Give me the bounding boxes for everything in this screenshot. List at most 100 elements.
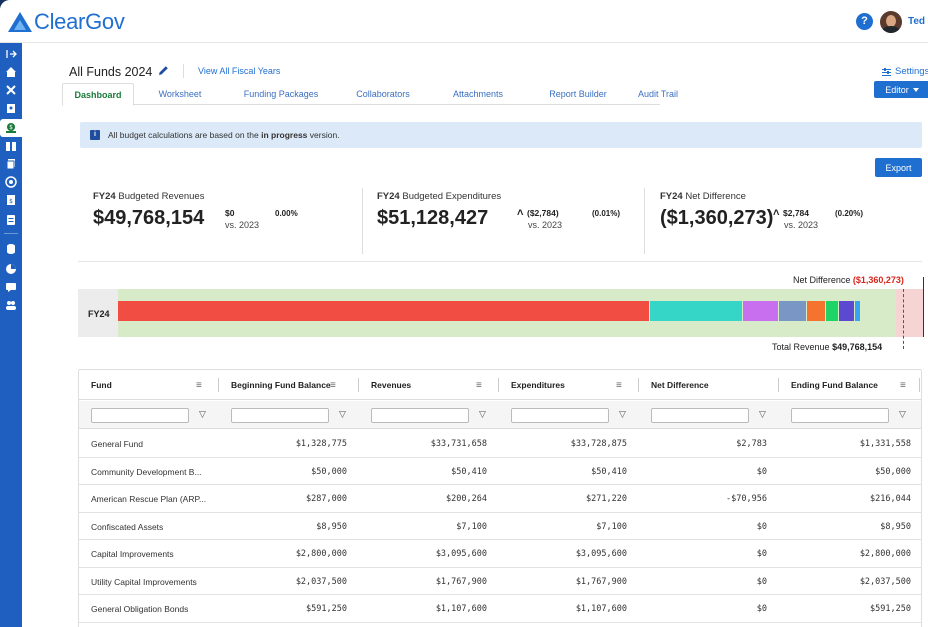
- kpi-delta: ($2,784): [527, 208, 559, 218]
- tab-dashboard[interactable]: Dashboard: [62, 83, 134, 106]
- column-menu-icon[interactable]: ≡: [476, 380, 482, 391]
- settings-button[interactable]: Settings: [882, 66, 928, 77]
- column-filter-input[interactable]: [231, 408, 329, 423]
- kpi-percent: (0.20%): [835, 209, 864, 218]
- column-menu-icon[interactable]: ≡: [196, 380, 202, 391]
- column-header[interactable]: Ending Fund Balance: [791, 370, 878, 400]
- sidebar-item-target[interactable]: [0, 173, 22, 191]
- column-filter-input[interactable]: [511, 408, 609, 423]
- table-row[interactable]: General Fund $1,328,775 $33,731,658 $33,728…: [79, 430, 921, 458]
- column-header[interactable]: Beginning Fund Balance: [231, 370, 331, 400]
- filter-icon[interactable]: ▽: [619, 409, 626, 420]
- export-button[interactable]: Export: [875, 158, 922, 177]
- view-all-fiscal-years-link[interactable]: View All Fiscal Years: [198, 66, 280, 76]
- filter-icon[interactable]: ▽: [199, 409, 206, 420]
- sidebar-item-copy[interactable]: [0, 155, 22, 173]
- kpi-label: FY24 Net Difference: [660, 191, 746, 202]
- table-row[interactable]: Capital Improvements $2,800,000 $3,095,600…: [79, 540, 921, 568]
- fund-name[interactable]: Capital Improvements: [91, 549, 174, 559]
- kpi-divider: [362, 188, 363, 254]
- fund-name[interactable]: General Obligation Bonds: [91, 604, 188, 614]
- fund-name[interactable]: Confiscated Assets: [91, 522, 163, 532]
- user-name[interactable]: Ted: [908, 16, 925, 27]
- column-header[interactable]: Fund: [91, 370, 112, 400]
- chart-segment[interactable]: [838, 301, 854, 321]
- table-row[interactable]: General Obligation Bonds $591,250 $1,107,6…: [79, 595, 921, 623]
- column-filter-input[interactable]: [791, 408, 889, 423]
- cell-amount: $591,250: [870, 604, 911, 614]
- column-filter-input[interactable]: [91, 408, 189, 423]
- fund-name[interactable]: Community Development B...: [91, 467, 202, 477]
- svg-text:$: $: [9, 124, 13, 131]
- users-icon: [6, 301, 16, 310]
- column-filter-input[interactable]: [371, 408, 469, 423]
- tab-audit-trail[interactable]: Audit Trail: [630, 83, 686, 105]
- cell-amount: $8,950: [316, 521, 347, 532]
- cell-amount: -$70,956: [726, 494, 767, 504]
- tab-attachments[interactable]: Attachments: [430, 83, 526, 105]
- sidebar-item-document-dollar[interactable]: $: [0, 191, 22, 209]
- table-row[interactable]: Confiscated Assets $8,950 $7,100 $7,100 $0 $8…: [79, 512, 921, 540]
- column-header[interactable]: Revenues: [371, 370, 411, 400]
- filter-icon[interactable]: ▽: [479, 409, 486, 420]
- sidebar-item-database[interactable]: [0, 240, 22, 258]
- editor-dropdown-button[interactable]: Editor: [874, 81, 928, 98]
- cell-amount: $1,331,558: [859, 439, 911, 449]
- chart-segment[interactable]: [826, 301, 838, 321]
- tab-funding-packages[interactable]: Funding Packages: [226, 83, 336, 105]
- tab-worksheet[interactable]: Worksheet: [138, 83, 222, 105]
- table-header: Fund ≡ Beginning Fund Balance ≡ Revenues ≡ Exp…: [79, 370, 921, 400]
- filter-icon[interactable]: ▽: [759, 409, 766, 420]
- sidebar-item-expand-arrow[interactable]: [0, 45, 22, 63]
- kpi-card: FY24 Net Difference ($1,360,273) ˄ $2,784 vs…: [660, 191, 900, 251]
- column-menu-icon[interactable]: ≡: [330, 380, 336, 391]
- avatar[interactable]: [880, 11, 902, 33]
- table-row[interactable]: Utility Capital Improvements $2,037,500 $1…: [79, 567, 921, 595]
- sidebar-item-pie-chart[interactable]: [0, 260, 22, 278]
- chart-segment[interactable]: [854, 301, 860, 321]
- caret-down-icon: [912, 87, 919, 92]
- fund-name[interactable]: American Rescue Plan (ARP...: [91, 494, 206, 504]
- chart-segment[interactable]: [118, 301, 649, 321]
- sidebar-item-home[interactable]: [0, 63, 22, 81]
- filter-icon[interactable]: ▽: [339, 409, 346, 420]
- sidebar-item-form[interactable]: [0, 211, 22, 229]
- fund-name[interactable]: General Fund: [91, 439, 143, 449]
- sidebar-divider: [4, 233, 18, 234]
- kpi-value: $49,768,154: [93, 207, 205, 229]
- chart-segment[interactable]: [742, 301, 778, 321]
- logo-text: ClearGov: [34, 9, 125, 34]
- sidebar-item-chat[interactable]: [0, 278, 22, 296]
- chart-segment[interactable]: [807, 301, 826, 321]
- sidebar-item-clipboard-user[interactable]: [0, 99, 22, 117]
- column-header[interactable]: Net Difference: [651, 370, 709, 400]
- net-difference-label: Net Difference ($1,360,273): [793, 275, 904, 285]
- filter-icon[interactable]: ▽: [899, 409, 906, 420]
- app-window: ClearGov ? Ted $ $ All Funds 2024 View Al…: [0, 0, 928, 627]
- chart-segment[interactable]: [778, 301, 807, 321]
- fund-name[interactable]: Utility Capital Improvements: [91, 577, 197, 587]
- column-menu-icon[interactable]: ≡: [900, 380, 906, 391]
- table-row[interactable]: American Rescue Plan (ARP... $287,000 $200…: [79, 485, 921, 513]
- pencil-icon[interactable]: [158, 65, 169, 76]
- kpi-label: FY24 Budgeted Revenues: [93, 191, 205, 202]
- help-icon[interactable]: ?: [856, 13, 873, 30]
- tab-collaborators[interactable]: Collaborators: [336, 83, 430, 105]
- sidebar-item-budget-dollar[interactable]: $: [0, 119, 22, 137]
- cell-amount: $2,037,500: [295, 576, 347, 587]
- column-header[interactable]: Expenditures: [511, 370, 565, 400]
- tab-report-builder[interactable]: Report Builder: [526, 83, 630, 105]
- sidebar-item-book-open[interactable]: [0, 137, 22, 155]
- column-filter-input[interactable]: [651, 408, 749, 423]
- column-divider: [358, 378, 359, 392]
- cell-amount: $3,095,600: [575, 549, 627, 559]
- sidebar-item-users[interactable]: [0, 296, 22, 314]
- cell-amount: $1,767,900: [435, 576, 487, 587]
- tab-bar: Dashboard Worksheet Funding Packages Collab…: [62, 83, 678, 106]
- sidebar-item-tools[interactable]: [0, 81, 22, 99]
- column-menu-icon[interactable]: ≡: [616, 380, 622, 391]
- cleargov-logo[interactable]: ClearGov: [7, 9, 125, 35]
- table-row[interactable]: Community Development B... $50,000 $50,410…: [79, 457, 921, 485]
- kpi-comparison: vs. 2023: [225, 220, 260, 230]
- chart-segment[interactable]: [649, 301, 742, 321]
